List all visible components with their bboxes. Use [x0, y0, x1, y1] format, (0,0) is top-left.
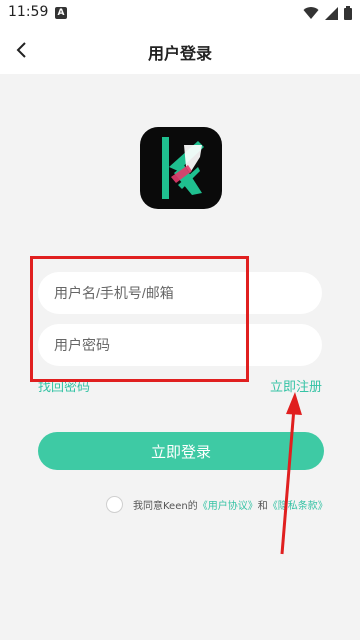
- wifi-icon: [303, 6, 319, 19]
- keen-app-logo: [140, 127, 222, 209]
- user-agreement-link[interactable]: 《用户协议》: [198, 497, 258, 512]
- password-input[interactable]: [38, 324, 322, 366]
- agreement-row: 我同意Keen的 《用户协议》 和 《隐私条款》: [106, 496, 328, 513]
- forgot-password-link[interactable]: 找回密码: [38, 376, 90, 395]
- page-title: 用户登录: [147, 44, 212, 63]
- status-time: 11:59: [8, 4, 49, 20]
- agreement-checkbox[interactable]: [106, 496, 123, 513]
- login-button[interactable]: 立即登录: [38, 432, 324, 470]
- username-input[interactable]: [38, 272, 322, 314]
- signal-icon: [325, 6, 338, 20]
- register-link[interactable]: 立即注册: [270, 376, 322, 395]
- agreement-and: 和: [257, 501, 268, 512]
- app-header: 用户登录: [0, 26, 360, 74]
- annotation-arrow: [280, 392, 302, 555]
- battery-icon: [344, 6, 352, 20]
- status-icons: [303, 6, 352, 20]
- agreement-prefix: 我同意Keen的: [133, 501, 198, 512]
- privacy-policy-link[interactable]: 《隐私条款》: [268, 497, 328, 512]
- notification-a-icon: A: [55, 7, 67, 19]
- status-bar: 11:59 A: [0, 0, 360, 26]
